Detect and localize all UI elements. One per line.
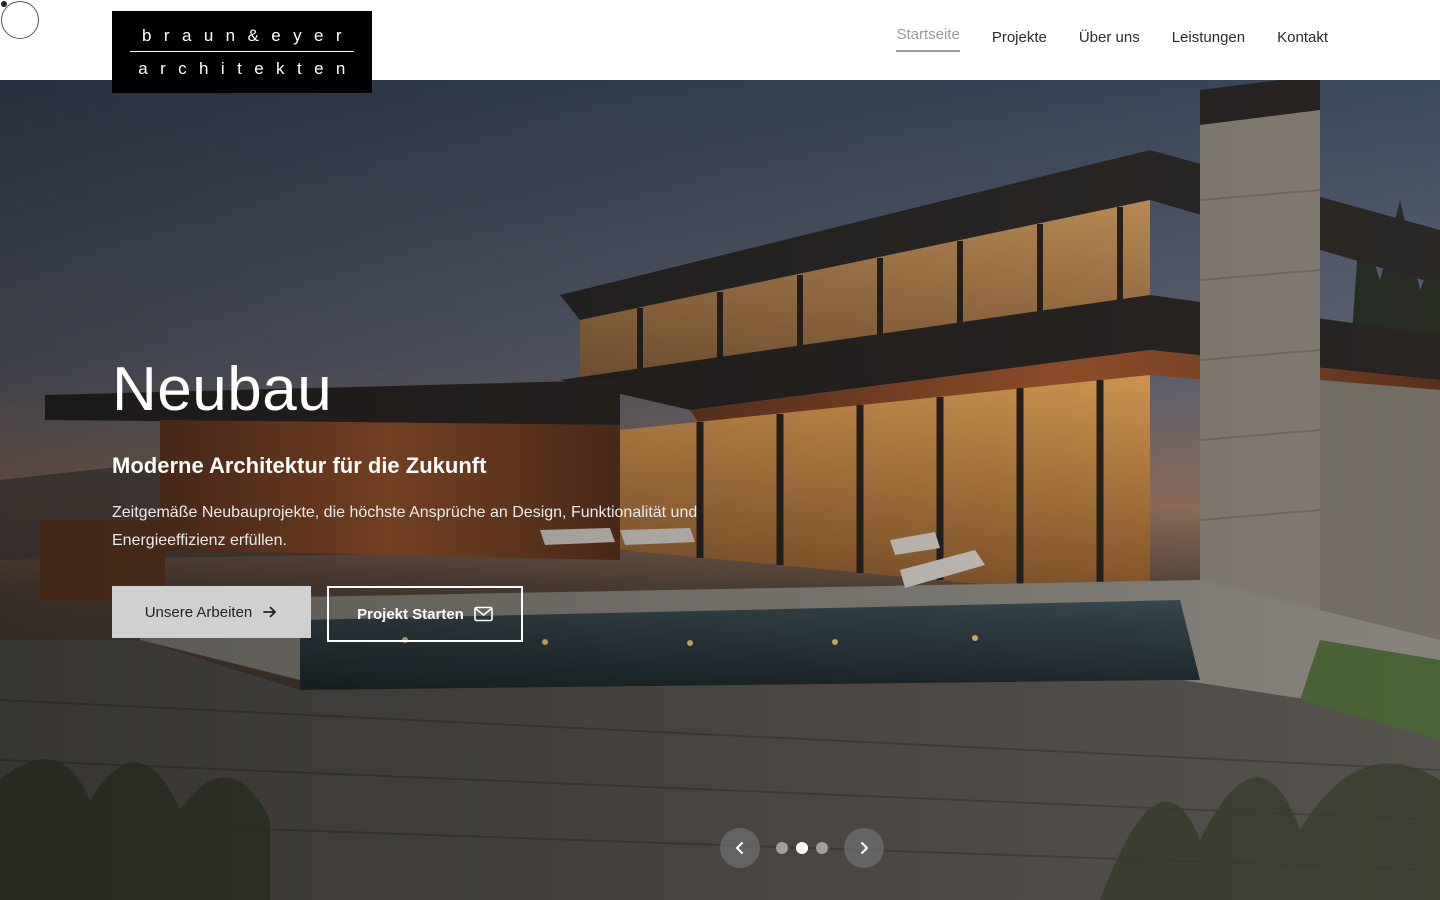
hero-title: Neubau [112, 355, 333, 424]
nav-item-ueber-uns[interactable]: Über uns [1079, 29, 1140, 52]
logo-line-1: braun&eyer [142, 26, 354, 45]
cursor-dot [1, 1, 7, 7]
nav-item-startseite[interactable]: Startseite [896, 26, 960, 52]
chevron-right-icon [861, 842, 868, 854]
carousel-prev-button[interactable] [720, 828, 760, 868]
nav-item-kontakt[interactable]: Kontakt [1277, 29, 1328, 52]
mail-icon [474, 606, 493, 622]
carousel-dot-3[interactable] [816, 842, 828, 854]
chevron-left-icon [736, 842, 743, 854]
unsere-arbeiten-button[interactable]: Unsere Arbeiten [112, 586, 311, 638]
main-nav: Startseite Projekte Über uns Leistungen … [896, 26, 1328, 52]
carousel-next-button[interactable] [844, 828, 884, 868]
hero-description: Zeitgemäße Neubauprojekte, die höchste A… [112, 504, 698, 549]
nav-item-leistungen[interactable]: Leistungen [1172, 29, 1245, 52]
nav-item-projekte[interactable]: Projekte [992, 29, 1047, 52]
logo-divider [130, 51, 354, 52]
carousel-dot-1[interactable] [776, 842, 788, 854]
hero-slider: Neubau Moderne Architektur für die Zukun… [0, 80, 1440, 900]
projekt-starten-label: Projekt Starten [357, 605, 464, 623]
carousel-dots [776, 842, 828, 854]
projekt-starten-button[interactable]: Projekt Starten [327, 586, 523, 642]
arrow-right-icon [263, 606, 277, 618]
logo-line-2: architekten [138, 59, 358, 78]
carousel-dot-2[interactable] [796, 842, 808, 854]
brand-logo[interactable]: braun&eyer architekten [112, 11, 372, 93]
hero-subtitle: Moderne Architektur für die Zukunft [112, 453, 487, 478]
unsere-arbeiten-label: Unsere Arbeiten [144, 603, 253, 621]
hero-overlay [0, 80, 1440, 900]
cursor-ring [1, 1, 39, 39]
